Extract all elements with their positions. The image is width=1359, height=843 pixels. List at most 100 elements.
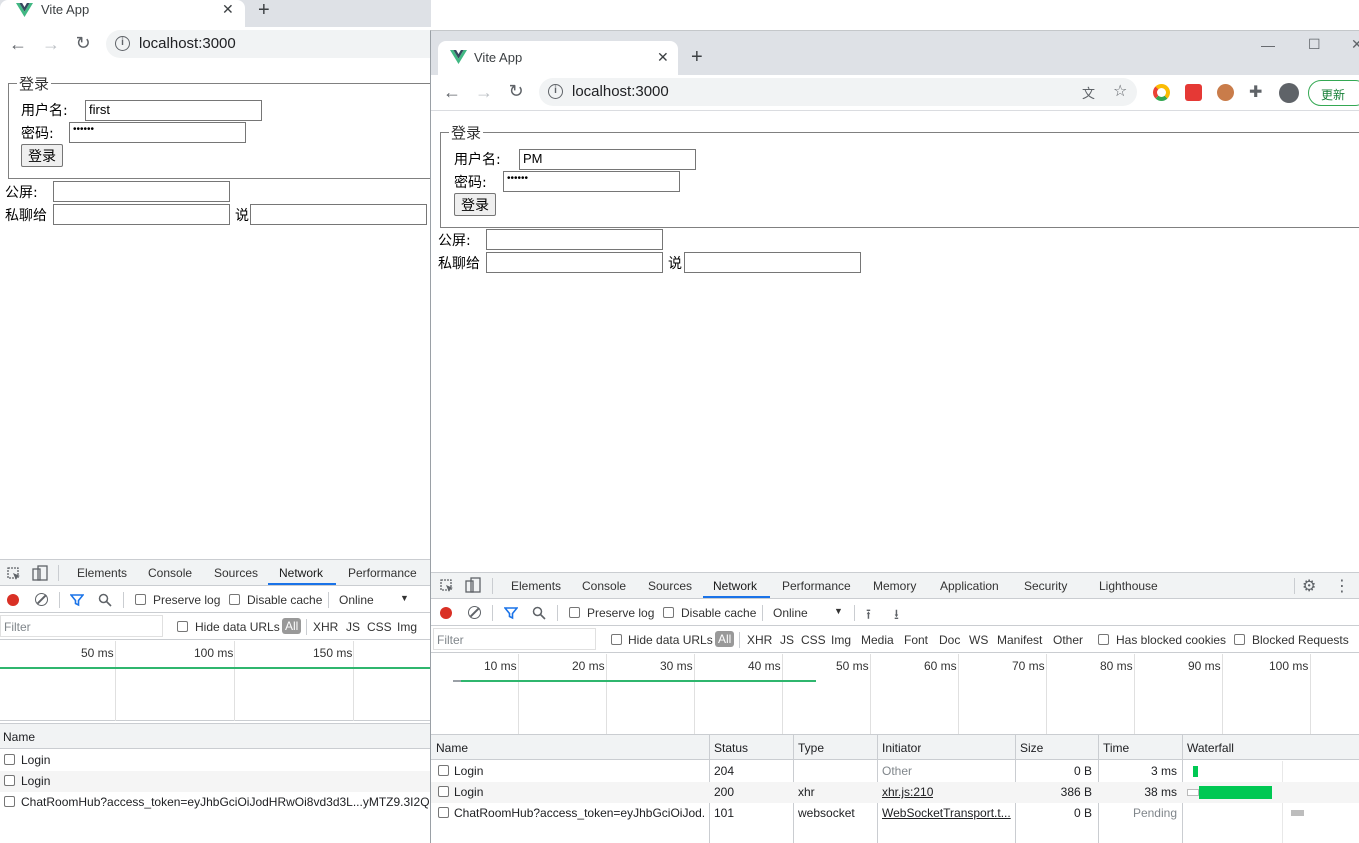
public-message-input[interactable] — [53, 181, 230, 202]
filter-icon[interactable] — [504, 606, 518, 620]
private-message-input[interactable] — [684, 252, 861, 273]
back-arrow-icon[interactable]: ← — [8, 35, 28, 53]
new-tab-button[interactable]: + — [258, 0, 270, 20]
filter-icon[interactable] — [70, 593, 84, 607]
tab-performance[interactable]: Performance — [348, 566, 417, 580]
column-size[interactable]: Size — [1020, 741, 1043, 755]
tab-lighthouse[interactable]: Lighthouse — [1099, 579, 1158, 593]
tab-elements[interactable]: Elements — [77, 566, 127, 580]
reload-icon[interactable]: ↻ — [73, 34, 93, 52]
inspect-element-icon[interactable] — [440, 579, 454, 593]
clear-icon[interactable] — [468, 606, 481, 619]
row-checkbox[interactable] — [4, 775, 15, 786]
column-time[interactable]: Time — [1103, 741, 1129, 755]
device-toolbar-icon[interactable] — [465, 577, 481, 593]
maximize-icon[interactable]: ☐ — [1308, 36, 1321, 53]
blocked-requests-checkbox[interactable] — [1234, 634, 1245, 645]
profile-avatar-icon[interactable] — [1279, 83, 1299, 103]
filter-js[interactable]: JS — [346, 620, 360, 634]
translate-icon[interactable]: 文 — [1082, 83, 1095, 102]
filter-img[interactable]: Img — [397, 620, 417, 634]
browser-tab[interactable]: Vite App ✕ — [438, 41, 678, 75]
filter-all[interactable]: All — [715, 631, 735, 647]
filter-all[interactable]: All — [282, 618, 302, 634]
tab-elements[interactable]: Elements — [511, 579, 561, 593]
update-button[interactable]: 更新 — [1308, 80, 1359, 106]
close-window-icon[interactable]: ✕ — [1351, 36, 1359, 53]
chevron-down-icon[interactable]: ▼ — [400, 593, 409, 603]
clear-icon[interactable] — [35, 593, 48, 606]
address-bar[interactable]: i localhost:3000 — [106, 30, 431, 58]
preserve-log-checkbox[interactable] — [135, 594, 146, 605]
forward-arrow-icon[interactable]: → — [474, 83, 494, 101]
inspect-element-icon[interactable] — [7, 567, 21, 581]
throttle-select[interactable]: Online — [339, 593, 374, 607]
chrome-extension-icon[interactable] — [1153, 84, 1170, 101]
more-menu-icon[interactable]: ⋮ — [1334, 576, 1350, 596]
filter-manifest[interactable]: Manifest — [997, 633, 1042, 647]
table-row[interactable]: ChatRoomHub?access_token=eyJhbGciOiJodHR… — [0, 792, 431, 813]
address-bar[interactable]: i localhost:3000 文 ☆ — [539, 78, 1137, 106]
bookmark-star-icon[interactable]: ☆ — [1113, 81, 1127, 101]
filter-css[interactable]: CSS — [801, 633, 826, 647]
site-info-icon[interactable]: i — [548, 84, 563, 99]
device-toolbar-icon[interactable] — [32, 565, 48, 581]
filter-css[interactable]: CSS — [367, 620, 392, 634]
request-initiator-link[interactable]: WebSocketTransport.t... — [882, 806, 1012, 820]
hide-data-urls-checkbox[interactable] — [177, 621, 188, 632]
filter-other[interactable]: Other — [1053, 633, 1083, 647]
column-waterfall[interactable]: Waterfall — [1187, 741, 1234, 755]
login-button[interactable]: 登录 — [454, 193, 496, 216]
filter-doc[interactable]: Doc — [939, 633, 960, 647]
record-icon[interactable] — [440, 607, 452, 619]
column-type[interactable]: Type — [798, 741, 824, 755]
tab-network[interactable]: Network — [279, 566, 323, 580]
forward-arrow-icon[interactable]: → — [41, 35, 61, 53]
disable-cache-checkbox[interactable] — [663, 607, 674, 618]
column-name[interactable]: Name — [3, 730, 35, 744]
export-har-icon[interactable]: ⭳ — [894, 604, 899, 628]
username-input[interactable]: PM — [519, 149, 696, 170]
record-icon[interactable] — [7, 594, 19, 606]
site-info-icon[interactable]: i — [115, 36, 130, 51]
column-initiator[interactable]: Initiator — [882, 741, 921, 755]
table-row[interactable]: Login 200 xhr xhr.js:210 386 B 38 ms — [431, 782, 1359, 803]
username-input[interactable]: first — [85, 100, 262, 121]
filter-media[interactable]: Media — [861, 633, 894, 647]
tab-console[interactable]: Console — [582, 579, 626, 593]
tab-sources[interactable]: Sources — [214, 566, 258, 580]
column-status[interactable]: Status — [714, 741, 748, 755]
close-tab-icon[interactable]: ✕ — [222, 1, 234, 18]
reload-icon[interactable]: ↻ — [506, 82, 526, 100]
public-message-input[interactable] — [486, 229, 663, 250]
request-initiator-link[interactable]: xhr.js:210 — [882, 785, 933, 799]
close-tab-icon[interactable]: ✕ — [657, 49, 669, 66]
login-button[interactable]: 登录 — [21, 144, 63, 167]
tab-network[interactable]: Network — [713, 579, 757, 593]
has-blocked-cookies-checkbox[interactable] — [1098, 634, 1109, 645]
disable-cache-checkbox[interactable] — [229, 594, 240, 605]
filter-js[interactable]: JS — [780, 633, 794, 647]
tab-security[interactable]: Security — [1024, 579, 1067, 593]
private-recipient-input[interactable] — [486, 252, 663, 273]
filter-xhr[interactable]: XHR — [313, 620, 338, 634]
filter-img[interactable]: Img — [831, 633, 851, 647]
filter-input[interactable]: Filter — [433, 628, 596, 650]
tab-application[interactable]: Application — [940, 579, 999, 593]
tab-performance[interactable]: Performance — [782, 579, 851, 593]
chevron-down-icon[interactable]: ▼ — [834, 606, 843, 616]
table-row[interactable]: Login 204 Other 0 B 3 ms — [431, 761, 1359, 782]
tab-console[interactable]: Console — [148, 566, 192, 580]
tab-memory[interactable]: Memory — [873, 579, 916, 593]
row-checkbox[interactable] — [438, 786, 449, 797]
back-arrow-icon[interactable]: ← — [442, 83, 462, 101]
monkey-extension-icon[interactable] — [1217, 84, 1234, 101]
settings-gear-icon[interactable]: ⚙ — [1302, 576, 1316, 596]
row-checkbox[interactable] — [4, 754, 15, 765]
row-checkbox[interactable] — [438, 807, 449, 818]
throttle-select[interactable]: Online — [773, 606, 808, 620]
fe-extension-icon[interactable] — [1185, 84, 1202, 101]
table-row[interactable]: Login — [0, 771, 431, 792]
filter-ws[interactable]: WS — [969, 633, 988, 647]
private-recipient-input[interactable] — [53, 204, 230, 225]
